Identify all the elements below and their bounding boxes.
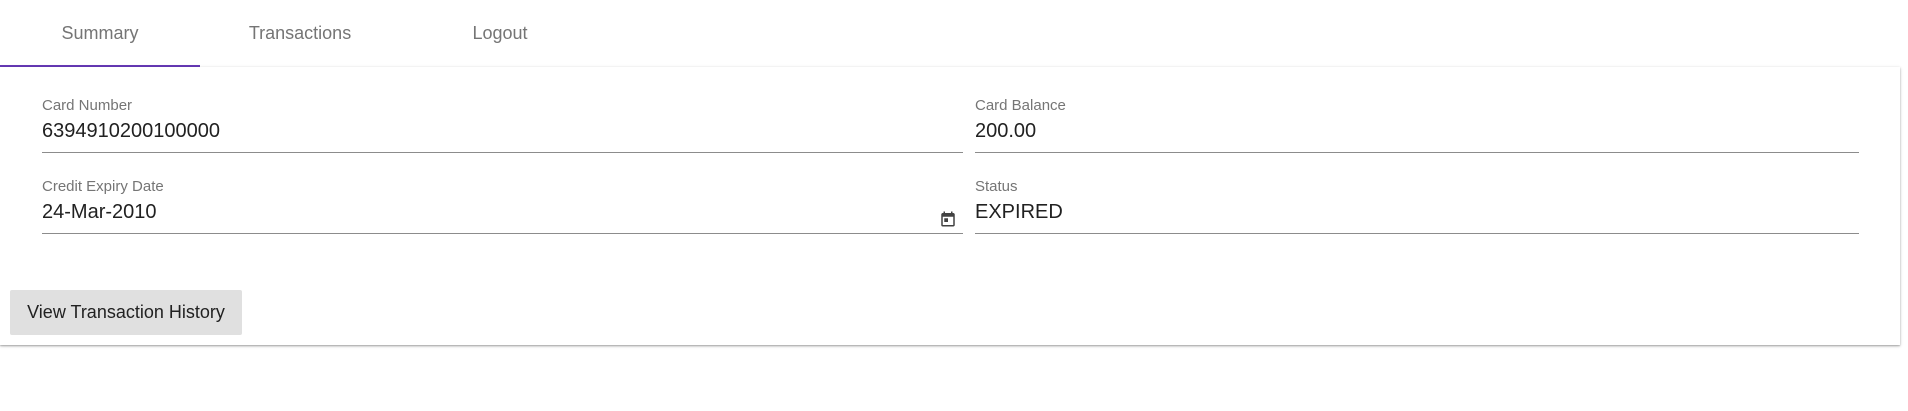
credit-expiry-date-underline xyxy=(42,233,963,234)
card-number-value[interactable]: 6394910200100000 xyxy=(42,120,220,143)
card-balance-field[interactable]: Card Balance 200.00 xyxy=(975,67,1859,153)
credit-expiry-date-label: Credit Expiry Date xyxy=(42,178,164,195)
tab-transactions-label: Transactions xyxy=(248,23,352,43)
tab-bar: Summary Transactions Logout xyxy=(0,0,1900,67)
view-transaction-history-label: View Transaction History xyxy=(27,302,225,322)
credit-expiry-date-field[interactable]: Credit Expiry Date 24-Mar-2010 xyxy=(42,148,963,234)
tab-logout-label: Logout xyxy=(472,23,528,43)
calendar-icon[interactable] xyxy=(939,210,957,228)
status-field[interactable]: Status EXPIRED xyxy=(975,148,1859,234)
view-transaction-history-button[interactable]: View Transaction History xyxy=(10,290,242,335)
card-number-field[interactable]: Card Number 6394910200100000 xyxy=(42,67,963,153)
tab-transactions[interactable]: Transactions xyxy=(200,0,400,67)
status-underline xyxy=(975,233,1859,234)
tab-summary-label: Summary xyxy=(61,23,139,43)
status-value[interactable]: EXPIRED xyxy=(975,201,1063,224)
tab-summary[interactable]: Summary xyxy=(0,0,200,67)
credit-expiry-date-value[interactable]: 24-Mar-2010 xyxy=(42,201,157,224)
summary-card: Card Number 6394910200100000 Card Balanc… xyxy=(0,67,1900,345)
card-balance-label: Card Balance xyxy=(975,97,1066,114)
card-number-label: Card Number xyxy=(42,97,133,114)
card-balance-value[interactable]: 200.00 xyxy=(975,120,1036,143)
status-label: Status xyxy=(975,178,1018,195)
tab-logout[interactable]: Logout xyxy=(400,0,600,67)
